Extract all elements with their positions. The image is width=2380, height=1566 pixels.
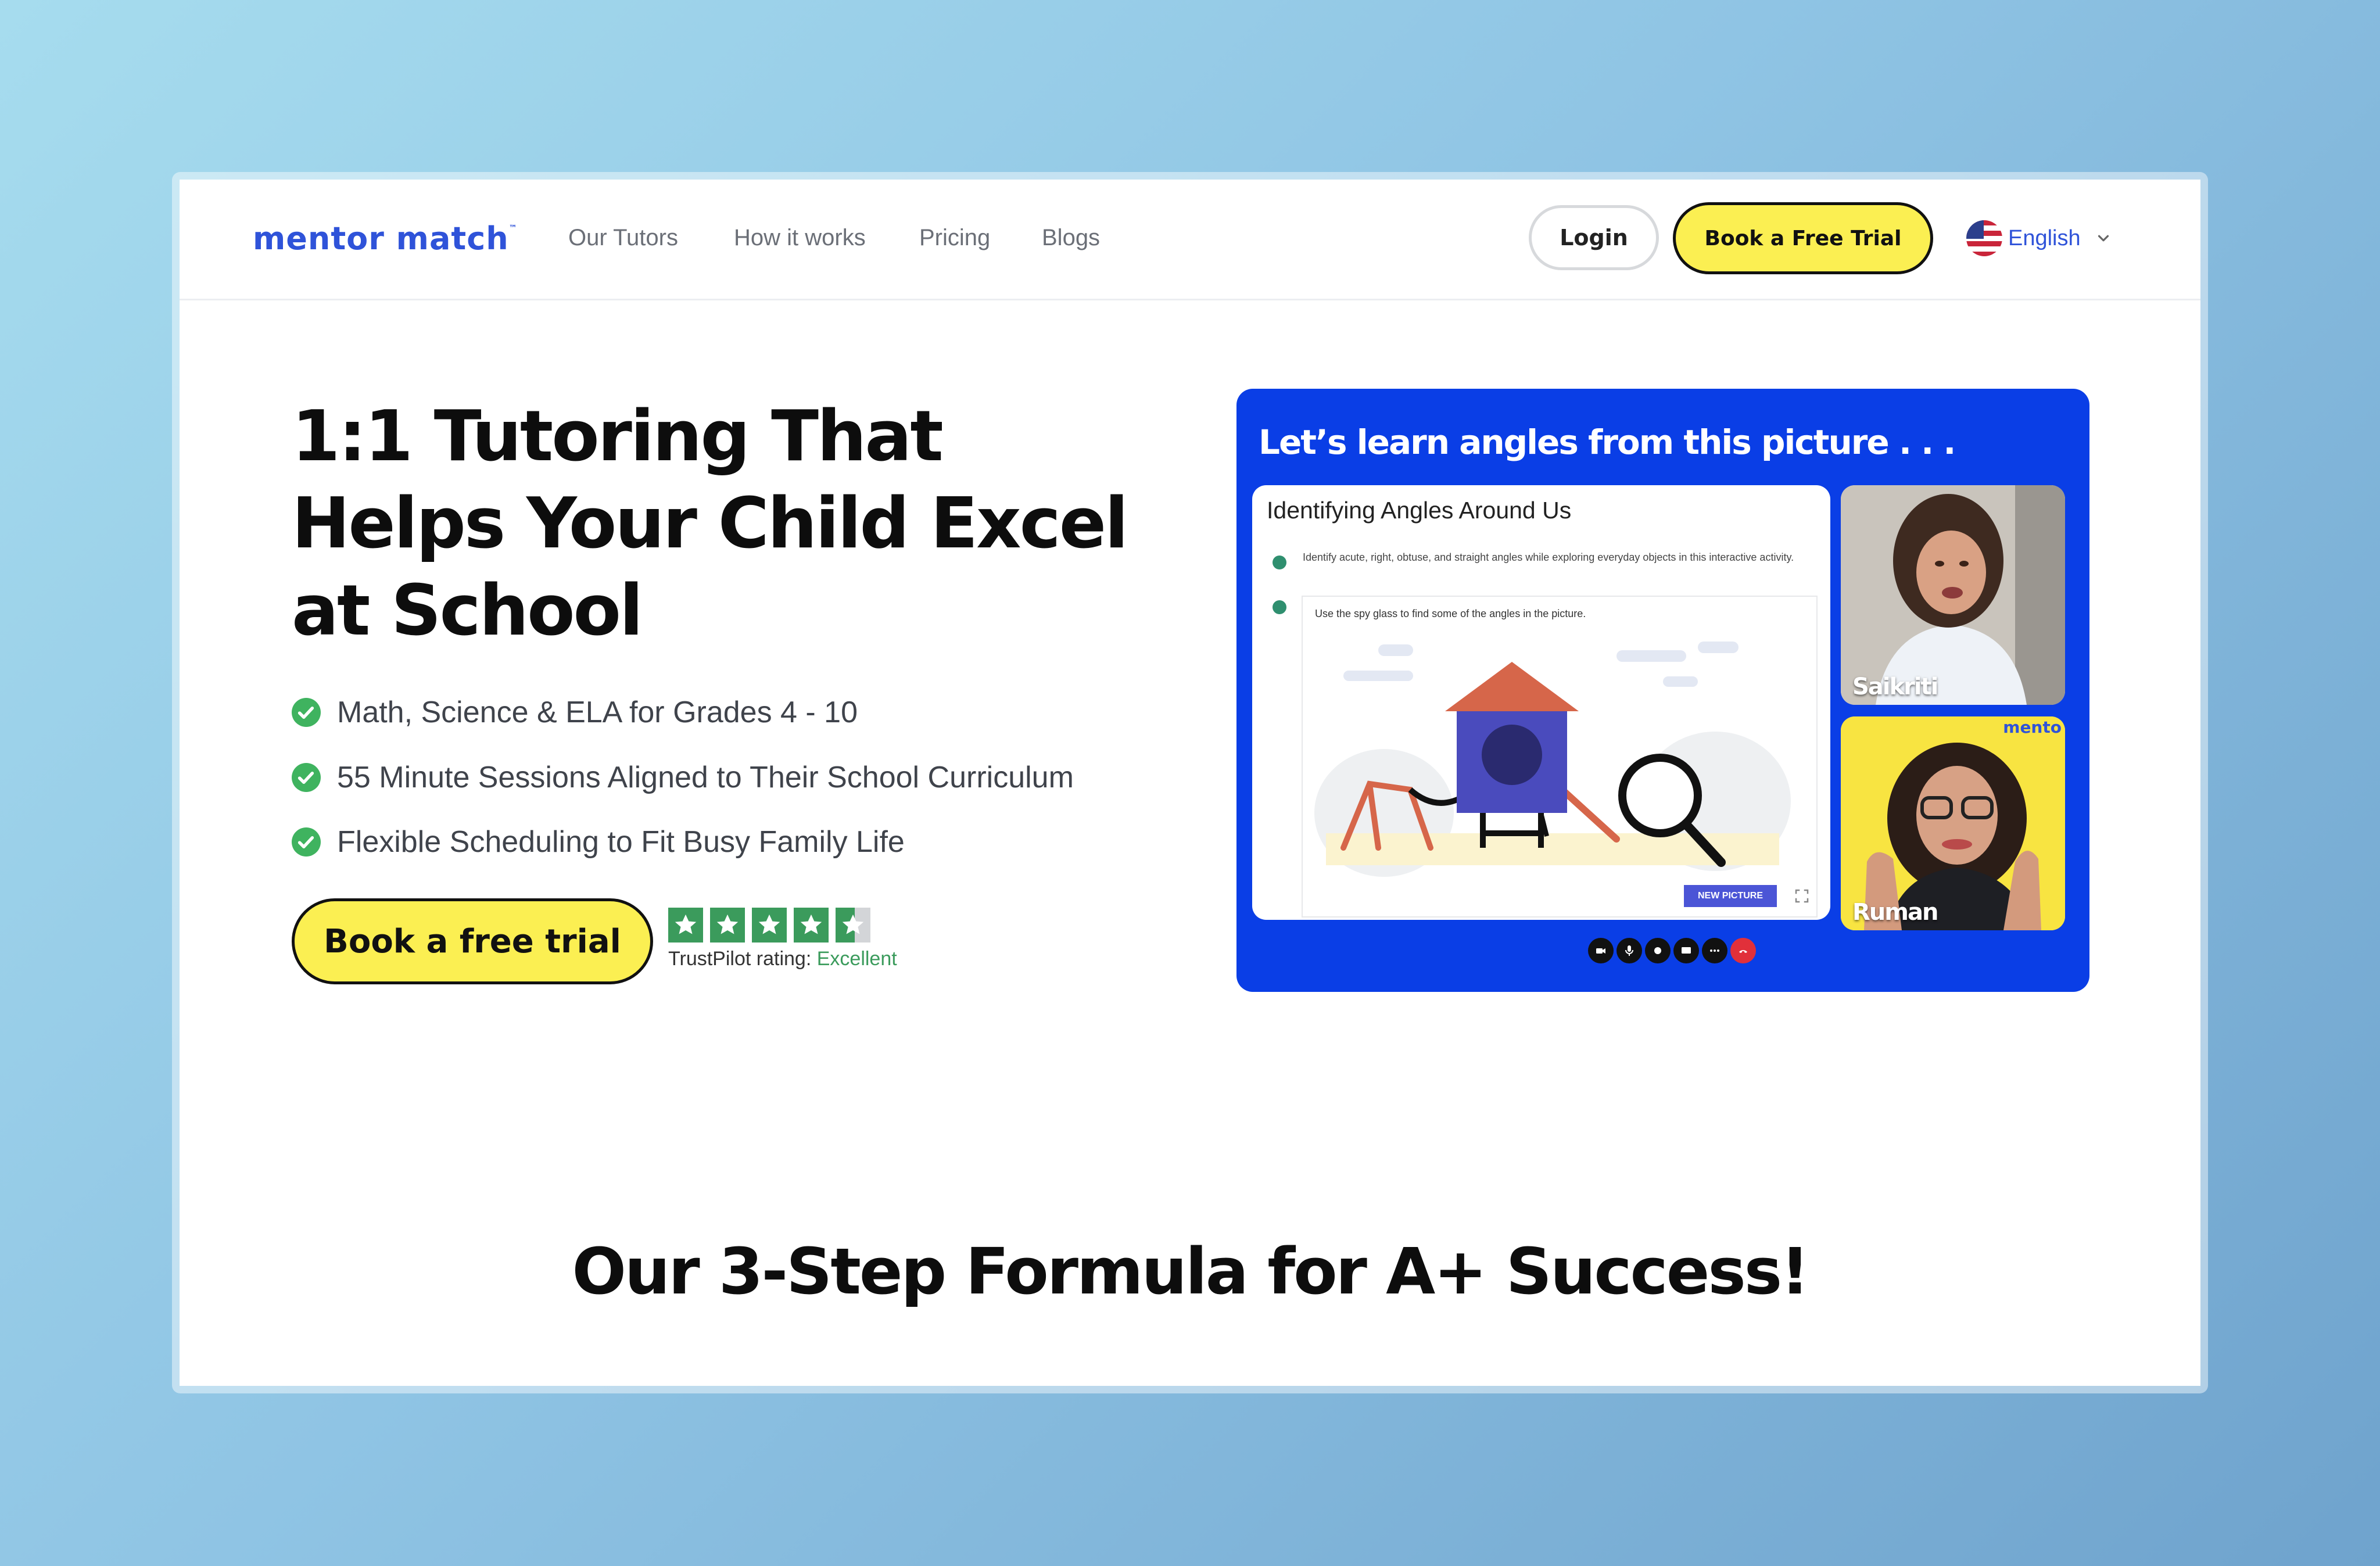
logo-text: mentor match: [253, 220, 509, 257]
nav-link-pricing[interactable]: Pricing: [919, 225, 990, 251]
lesson-description: Identify acute, right, obtuse, and strai…: [1303, 551, 1794, 563]
star-icon: [710, 908, 745, 943]
child-avatar: [1841, 485, 2065, 705]
participant-name: Ruman: [1852, 899, 1938, 926]
new-picture-button[interactable]: NEW PICTURE: [1684, 885, 1777, 907]
nav-link-how-it-works[interactable]: How it works: [734, 225, 866, 251]
section-title: Our 3-Step Formula for A+ Success!: [572, 1234, 1810, 1309]
check-circle-icon: [292, 763, 321, 792]
feature-item: Flexible Scheduling to Fit Busy Family L…: [292, 825, 905, 859]
feature-item: Math, Science & ELA for Grades 4 - 10: [292, 695, 858, 730]
feature-text: 55 Minute Sessions Aligned to Their Scho…: [337, 761, 1074, 794]
trustpilot-label: TrustPilot rating:: [668, 948, 812, 970]
trustpilot-rating[interactable]: TrustPilot rating: Excellent: [668, 948, 897, 970]
star-icon: [794, 908, 829, 943]
tutor-avatar: [1841, 716, 2065, 930]
expand-icon[interactable]: [1793, 887, 1811, 905]
star-icon: [752, 908, 787, 943]
tutoring-video-preview[interactable]: Let’s learn angles from this picture . .…: [1236, 389, 2089, 992]
top-nav: mentor match™ Our Tutors How it works Pr…: [180, 180, 2200, 300]
more-options-icon[interactable]: [1702, 938, 1727, 963]
check-circle-icon: [292, 827, 321, 857]
nav-link-our-tutors[interactable]: Our Tutors: [568, 225, 678, 251]
microphone-icon[interactable]: [1616, 938, 1642, 963]
book-free-trial-nav-button[interactable]: Book a Free Trial: [1673, 202, 1933, 274]
star-icon: [668, 908, 703, 943]
screen-share-icon[interactable]: [1673, 938, 1699, 963]
call-controls: [1588, 938, 1759, 963]
feature-text: Math, Science & ELA for Grades 4 - 10: [337, 696, 858, 729]
mentor-match-logo[interactable]: mentor match™: [253, 220, 518, 257]
participant-brand: mento: [2003, 718, 2062, 737]
info-icon: [1273, 556, 1286, 569]
nav-link-blogs[interactable]: Blogs: [1042, 225, 1100, 251]
feature-item: 55 Minute Sessions Aligned to Their Scho…: [292, 760, 1074, 795]
check-circle-icon: [292, 698, 321, 727]
page: mentor match™ Our Tutors How it works Pr…: [180, 180, 2200, 1386]
compass-icon: [1273, 600, 1286, 614]
star-half-icon: [836, 908, 870, 943]
login-button[interactable]: Login: [1529, 205, 1659, 270]
trustpilot-stars: [668, 908, 877, 943]
participant-name: Saikriti: [1852, 673, 1938, 700]
book-free-trial-hero-button[interactable]: Book a free trial: [292, 898, 653, 984]
record-icon[interactable]: [1645, 938, 1671, 963]
end-call-icon[interactable]: [1730, 938, 1756, 963]
us-flag-icon: [1966, 220, 2002, 256]
video-caption: Let’s learn angles from this picture . .…: [1259, 422, 1956, 462]
language-label: English: [2008, 225, 2081, 250]
trustpilot-value: Excellent: [816, 948, 897, 970]
feature-text: Flexible Scheduling to Fit Busy Family L…: [337, 825, 905, 859]
chevron-down-icon: [2098, 235, 2109, 242]
lesson-panel: Identifying Angles Around Us Identify ac…: [1252, 485, 1830, 920]
activity-prompt: Use the spy glass to find some of the an…: [1315, 608, 1586, 619]
activity-box: Use the spy glass to find some of the an…: [1302, 596, 1818, 918]
language-selector[interactable]: English: [1966, 218, 2112, 259]
playground-illustration: [1314, 642, 1791, 877]
camera-off-icon[interactable]: [1588, 938, 1614, 963]
participant-video-saikriti: Saikriti: [1841, 485, 2065, 705]
logo-tm: ™: [508, 224, 518, 233]
hero-title: 1:1 Tutoring That Helps Your Child Excel…: [292, 396, 1128, 651]
participant-video-ruman: mento Ruman: [1841, 716, 2065, 930]
lesson-title: Identifying Angles Around Us: [1267, 497, 1572, 524]
